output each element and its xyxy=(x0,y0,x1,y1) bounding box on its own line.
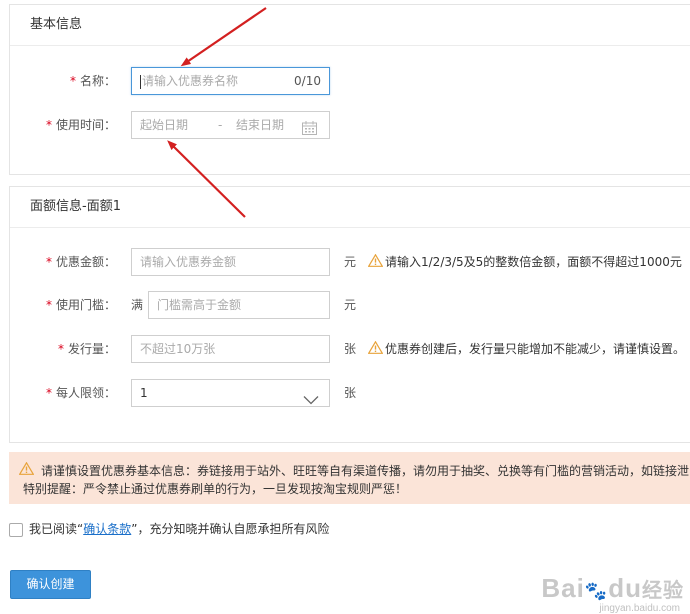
coupon-name-placeholder: 请输入优惠券名称 xyxy=(142,74,239,88)
warning-icon xyxy=(367,336,384,364)
required-mark: * xyxy=(45,386,52,400)
amount-info-title: 面额信息-面额1 xyxy=(10,187,690,228)
limit-row: * 每人限领： 1 张 xyxy=(10,379,690,407)
warning-icon xyxy=(367,249,384,277)
threshold-unit: 元 xyxy=(344,298,357,312)
quantity-placeholder: 不超过10万张 xyxy=(140,342,216,356)
threshold-row: * 使用门槛： 满 门槛需高于金额 元 xyxy=(10,291,690,319)
date-range-picker[interactable]: 起始日期 - 结束日期 xyxy=(131,111,330,139)
threshold-label: * 使用门槛： xyxy=(45,298,116,312)
quantity-input[interactable]: 不超过10万张 xyxy=(131,335,330,363)
threshold-input[interactable]: 门槛需高于金额 xyxy=(148,291,330,319)
agreement-prefix: 我已阅读“ xyxy=(29,522,84,536)
threshold-placeholder: 门槛需高于金额 xyxy=(157,298,242,312)
notice-line-1: 请谨慎设置优惠券基本信息：券链接用于站外、旺旺等自有渠道传播，请勿用于抽奖、兑换… xyxy=(41,464,690,478)
quantity-label: * 发行量： xyxy=(57,342,116,356)
start-date-placeholder: 起始日期 xyxy=(140,118,189,132)
limit-label: * 每人限领： xyxy=(45,386,116,400)
basic-info-section: 基本信息 * 名称： 请输入优惠券名称 0/10 * 使用时间： 起始日期 - 结束… xyxy=(9,4,690,175)
text-cursor xyxy=(140,74,141,89)
per-person-limit-select[interactable]: 1 xyxy=(131,379,330,407)
notice-banner: 请谨慎设置优惠券基本信息：券链接用于站外、旺旺等自有渠道传播，请勿用于抽奖、兑换… xyxy=(9,452,690,504)
discount-unit: 元 xyxy=(344,255,357,269)
required-mark: * xyxy=(57,342,64,356)
name-row: * 名称： 请输入优惠券名称 0/10 xyxy=(10,67,690,95)
coupon-name-input[interactable]: 请输入优惠券名称 0/10 xyxy=(131,67,330,95)
baidu-jingyan-watermark: Bai🐾du经验 jingyan.baidu.com xyxy=(541,573,684,614)
time-label: * 使用时间： xyxy=(45,118,116,132)
chevron-down-icon xyxy=(303,388,319,414)
watermark-logo: Bai🐾du经验 xyxy=(541,573,684,603)
quantity-tip: 优惠券创建后，发行量只能增加不能减少，请谨慎设置。 xyxy=(367,335,685,364)
confirm-create-button[interactable]: 确认创建 xyxy=(10,570,91,599)
required-mark: * xyxy=(45,298,52,312)
terms-link[interactable]: 确认条款 xyxy=(83,522,131,536)
required-mark: * xyxy=(69,74,76,88)
required-mark: * xyxy=(45,255,52,269)
warning-icon xyxy=(18,461,35,478)
discount-placeholder: 请输入优惠券金额 xyxy=(140,255,237,269)
agreement-row: 我已阅读“确认条款”，充分知晓并确认自愿承担所有风险 xyxy=(9,520,329,538)
discount-row: * 优惠金额： 请输入优惠券金额 元 请输入1/2/3/5及5的整数倍金额，面额不… xyxy=(10,248,690,276)
time-row: * 使用时间： 起始日期 - 结束日期 xyxy=(10,111,690,139)
calendar-icon[interactable] xyxy=(302,118,317,144)
name-char-counter: 0/10 xyxy=(294,74,321,88)
agreement-checkbox[interactable] xyxy=(9,522,23,537)
required-mark: * xyxy=(45,118,52,132)
name-label: * 名称： xyxy=(69,74,116,88)
notice-line-2: 特别提醒：严令禁止通过优惠券刷单的行为，一旦发现按淘宝规则严惩！ xyxy=(23,482,408,496)
amount-info-section: 面额信息-面额1 * 优惠金额： 请输入优惠券金额 元 请输入1/2/3/5及5的… xyxy=(9,186,690,443)
date-separator: - xyxy=(218,118,223,132)
quantity-unit: 张 xyxy=(344,342,357,356)
agreement-suffix: ”，充分知晓并确认自愿承担所有风险 xyxy=(131,522,330,536)
threshold-prefix: 满 xyxy=(131,298,144,312)
quantity-row: * 发行量： 不超过10万张 张 优惠券创建后，发行量只能增加不能减少，请谨慎设置… xyxy=(10,335,690,363)
discount-label: * 优惠金额： xyxy=(45,255,116,269)
limit-selected-value: 1 xyxy=(140,386,148,400)
watermark-url: jingyan.baidu.com xyxy=(599,603,680,614)
discount-tip: 请输入1/2/3/5及5的整数倍金额，面额不得超过1000元 xyxy=(367,248,682,277)
discount-amount-input[interactable]: 请输入优惠券金额 xyxy=(131,248,330,276)
end-date-placeholder: 结束日期 xyxy=(236,118,285,132)
limit-unit: 张 xyxy=(344,386,357,400)
basic-info-title: 基本信息 xyxy=(10,5,690,46)
